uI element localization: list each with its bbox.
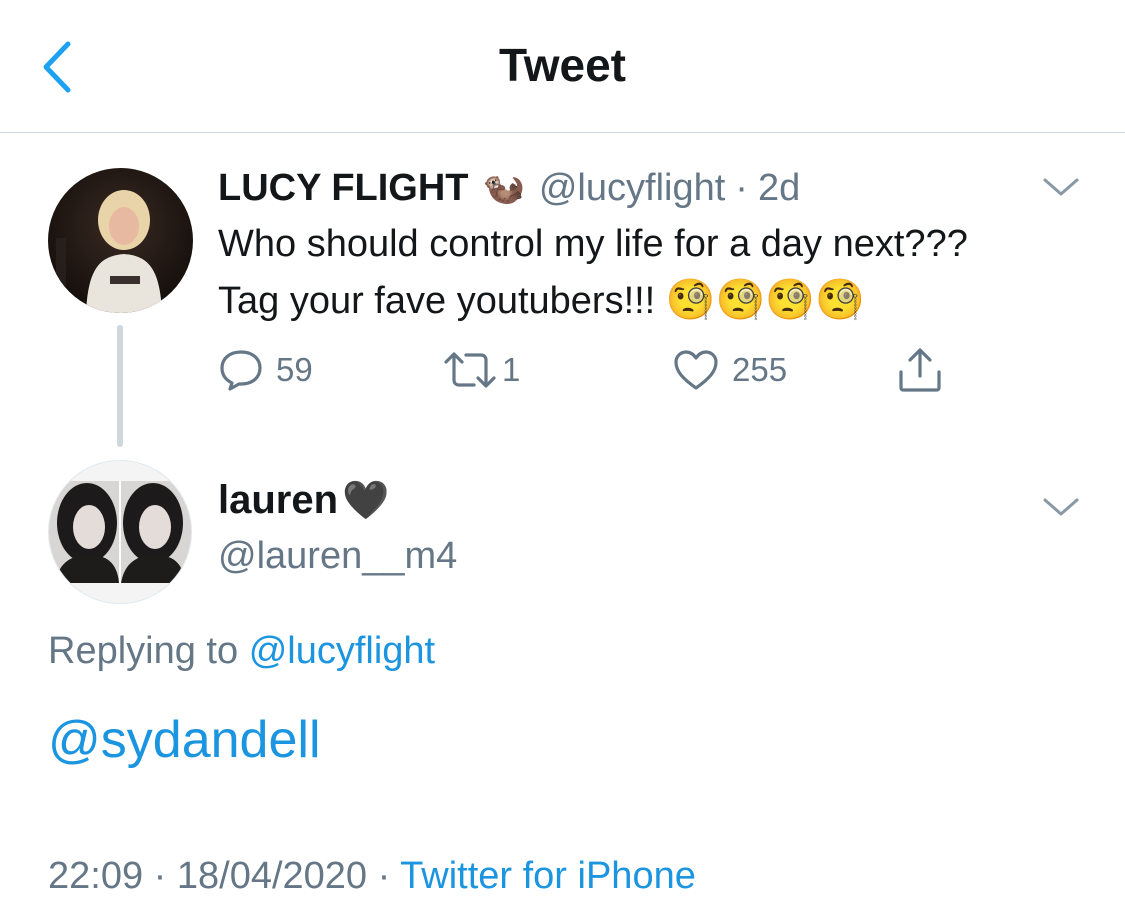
share-icon <box>899 348 941 392</box>
reply-count: 59 <box>276 351 313 388</box>
avatar-photo <box>49 461 191 603</box>
avatar-photo <box>48 168 193 313</box>
replying-prefix: Replying to <box>48 630 239 672</box>
tweet-age: 2d <box>757 166 801 209</box>
tweet-menu-button[interactable] <box>1039 172 1083 202</box>
retweet-icon <box>444 352 496 388</box>
tweet-time: 22:09 <box>48 855 144 897</box>
tweet-body-mention[interactable]: @sydandell <box>48 710 321 770</box>
thread-line <box>117 325 123 447</box>
page-title: Tweet <box>499 39 626 91</box>
chevron-down-icon <box>1043 498 1079 516</box>
retweet-count: 1 <box>502 351 521 388</box>
tweet-text-line2: Tag your fave youtubers!!! 🧐🧐🧐🧐 <box>218 272 1098 329</box>
monocle-emojis: 🧐🧐🧐🧐 <box>665 278 866 322</box>
display-name[interactable]: LUCY FLIGHT <box>218 167 469 210</box>
display-name-text[interactable]: lauren <box>218 478 338 523</box>
heart-icon <box>674 350 718 390</box>
reply-icon <box>220 350 262 391</box>
tweet-author-row: LUCY FLIGHT 🦦 @lucyflight · 2d <box>218 164 800 212</box>
display-name: lauren 🖤 <box>218 478 389 523</box>
retweet-action[interactable]: 1 <box>442 340 520 400</box>
separator-dot: · <box>153 855 167 897</box>
like-count: 255 <box>732 351 788 388</box>
share-action[interactable] <box>895 340 945 400</box>
reply-action[interactable]: 59 <box>218 340 313 400</box>
black-heart-emoji: 🖤 <box>342 479 390 522</box>
replying-to: Replying to @lucyflight <box>48 630 435 673</box>
user-handle[interactable]: @lucyflight <box>539 167 725 210</box>
separator-dot: · <box>735 166 748 209</box>
tweet-date: 18/04/2020 <box>176 855 368 897</box>
like-action[interactable]: 255 <box>672 340 787 400</box>
avatar[interactable] <box>48 168 193 313</box>
tweet-text-line2-text: Tag your fave youtubers!!! <box>218 280 656 322</box>
tweet-meta: 22:09 · 18/04/2020 · Twitter for iPhone <box>48 855 696 898</box>
tweet-text-line1: Who should control my life for a day nex… <box>218 223 968 265</box>
tweet-menu-button[interactable] <box>1039 492 1083 522</box>
user-handle[interactable]: @lauren__m4 <box>218 535 457 578</box>
tweet-source-link[interactable]: Twitter for iPhone <box>400 855 696 897</box>
tweet-text: Who should control my life for a day nex… <box>218 216 1098 329</box>
otter-emoji: 🦦 <box>482 169 525 207</box>
replying-handle-link[interactable]: @lucyflight <box>249 630 435 672</box>
chevron-down-icon <box>1043 178 1079 196</box>
separator-dot: · <box>377 855 391 897</box>
avatar[interactable] <box>48 460 192 604</box>
